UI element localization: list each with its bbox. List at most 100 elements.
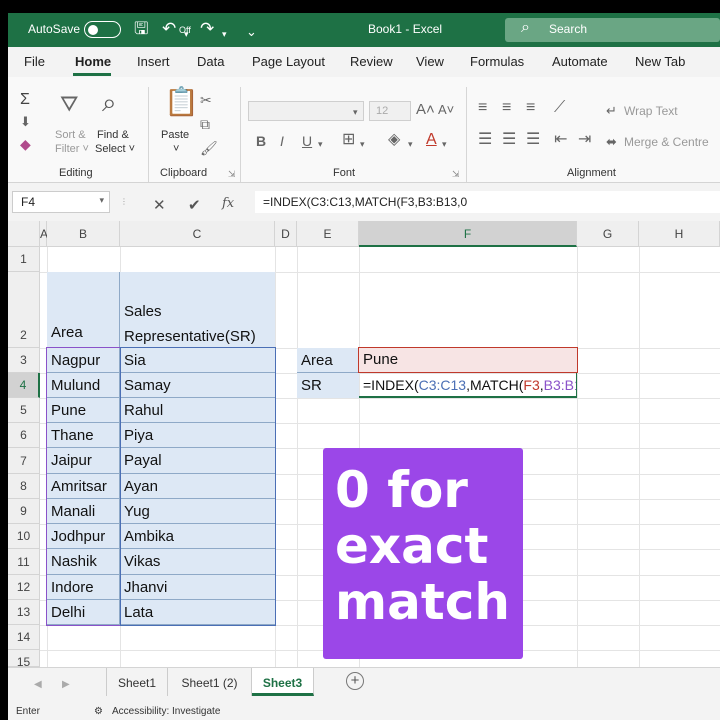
column-header-f[interactable]: F <box>359 221 577 247</box>
row-header-2[interactable]: 2 <box>8 272 40 348</box>
find-icon[interactable]: ⌕ <box>102 89 117 115</box>
merge-centre-icon[interactable]: ⬌ <box>606 133 617 151</box>
cell-e4-sr-label[interactable]: SR <box>297 373 359 398</box>
font-size-select[interactable]: 12 <box>369 101 411 121</box>
align-center-icon[interactable]: ☰ <box>502 131 516 149</box>
redo-icon[interactable]: ↷ <box>200 19 214 39</box>
underline-button[interactable]: U <box>302 132 312 150</box>
column-header-g[interactable]: G <box>577 221 639 247</box>
copy-icon[interactable]: ⧉ <box>200 115 210 133</box>
customize-toolbar-icon[interactable]: ⌄ <box>246 22 257 42</box>
clipboard-launcher-icon[interactable]: ⇲ <box>228 169 236 180</box>
cell-e3-area-label[interactable]: Area <box>297 348 359 373</box>
clear-icon[interactable]: ◆ <box>20 135 31 153</box>
select-all-button[interactable] <box>8 221 40 247</box>
align-left-icon[interactable]: ☰ <box>478 131 492 149</box>
font-color-icon[interactable]: A <box>426 131 437 149</box>
tab-data[interactable]: Data <box>197 54 224 69</box>
bold-button[interactable]: B <box>256 132 266 150</box>
fill-color-dropdown-icon[interactable]: ▾ <box>408 135 413 153</box>
row-header-14[interactable]: 14 <box>8 625 40 650</box>
sheet-tab-sheet1[interactable]: Sheet1 <box>106 668 168 696</box>
borders-dropdown-icon[interactable]: ▾ <box>360 135 365 153</box>
row-header-12[interactable]: 12 <box>8 575 40 600</box>
row-header-8[interactable]: 8 <box>8 474 40 499</box>
cell-b2-area-header[interactable]: Area <box>47 272 120 348</box>
tab-file[interactable]: File <box>24 54 45 69</box>
row-header-15[interactable]: 15 <box>8 650 40 669</box>
wrap-text-icon[interactable]: ↵ <box>606 102 617 120</box>
prev-sheet-icon[interactable]: ◀ <box>34 676 42 694</box>
autosum-icon[interactable]: Σ <box>20 91 30 109</box>
middle-align-icon[interactable]: ≡ <box>502 99 511 117</box>
underline-dropdown-icon[interactable]: ▾ <box>318 135 323 153</box>
insert-function-icon[interactable]: fx <box>222 196 234 211</box>
italic-button[interactable]: I <box>280 132 284 150</box>
cancel-icon[interactable]: ✕ <box>153 196 166 214</box>
column-header-a[interactable]: A <box>40 221 48 247</box>
name-box[interactable]: F4 ▾ <box>12 191 110 213</box>
column-header-c[interactable]: C <box>120 221 275 247</box>
orientation-icon[interactable]: ⟋ <box>554 99 565 117</box>
top-align-icon[interactable]: ≡ <box>478 99 487 117</box>
row-header-5[interactable]: 5 <box>8 398 40 423</box>
accessibility-icon[interactable]: ⚙ <box>94 706 103 717</box>
sort-filter-icon[interactable]: ⛛ <box>60 93 78 115</box>
fill-color-icon[interactable]: ◈ <box>388 131 400 149</box>
add-sheet-button[interactable]: + <box>346 672 364 690</box>
search-box[interactable]: ⌕ Search <box>505 18 720 42</box>
row-header-7[interactable]: 7 <box>8 448 40 474</box>
worksheet-grid[interactable]: A B C D E F G H 1 2 3 4 5 6 7 8 9 10 11 … <box>8 221 720 669</box>
cut-icon[interactable]: ✂ <box>200 91 212 109</box>
sort-filter-label[interactable]: Sort & <box>55 129 86 142</box>
row-header-13[interactable]: 13 <box>8 600 40 625</box>
tab-view[interactable]: View <box>416 54 444 69</box>
row-header-6[interactable]: 6 <box>8 423 40 448</box>
tab-page-layout[interactable]: Page Layout <box>252 54 325 69</box>
find-select-label[interactable]: Find & <box>97 129 129 142</box>
merge-centre-label[interactable]: Merge & Centre <box>624 136 709 149</box>
font-name-dropdown-icon[interactable]: ▾ <box>353 103 358 121</box>
bottom-align-icon[interactable]: ≡ <box>526 99 535 117</box>
decrease-font-icon[interactable]: A˅ <box>438 101 454 119</box>
autosave-toggle[interactable]: Off <box>84 21 191 38</box>
redo-dropdown-icon[interactable]: ▾ <box>222 24 227 44</box>
column-header-e[interactable]: E <box>297 221 359 247</box>
row-header-4[interactable]: 4 <box>8 373 40 398</box>
row-header-10[interactable]: 10 <box>8 524 40 549</box>
accessibility-status[interactable]: Accessibility: Investigate <box>112 706 220 717</box>
font-launcher-icon[interactable]: ⇲ <box>452 169 460 180</box>
column-header-h[interactable]: H <box>639 221 720 247</box>
cell-c2-sr-header[interactable]: Sales Representative(SR) <box>120 272 275 348</box>
font-color-dropdown-icon[interactable]: ▾ <box>442 135 447 153</box>
increase-indent-icon[interactable]: ⇥ <box>578 131 591 149</box>
row-header-9[interactable]: 9 <box>8 499 40 524</box>
tab-formulas[interactable]: Formulas <box>470 54 524 69</box>
row-header-3[interactable]: 3 <box>8 348 40 373</box>
paste-label[interactable]: Paste <box>161 129 189 142</box>
row-header-1[interactable]: 1 <box>8 247 40 272</box>
tab-home[interactable]: Home <box>75 54 111 69</box>
wrap-text-label[interactable]: Wrap Text <box>624 105 678 118</box>
format-painter-icon[interactable]: 🖌 <box>200 139 218 157</box>
cell-f3-area-value[interactable]: Pune <box>358 347 578 373</box>
sheet-tab-sheet3[interactable]: Sheet3 <box>252 668 314 696</box>
fill-icon[interactable]: ⬇ <box>20 113 31 131</box>
paste-dropdown[interactable]: ˅ <box>173 143 179 156</box>
undo-icon[interactable]: ↶ <box>162 19 176 39</box>
formula-input[interactable]: =INDEX(C3:C13,MATCH(F3,B3:B13,0 <box>255 191 720 213</box>
increase-font-icon[interactable]: A˄ <box>416 101 435 119</box>
sort-filter-label-2[interactable]: Filter ˅ <box>55 143 89 156</box>
column-header-d[interactable]: D <box>275 221 297 247</box>
sheet-tab-sheet1-2[interactable]: Sheet1 (2) <box>168 668 252 696</box>
cell-f4-formula[interactable]: =INDEX(C3:C13,MATCH(F3,B3:B13,0 <box>359 373 577 398</box>
align-right-icon[interactable]: ☰ <box>526 131 540 149</box>
enter-icon[interactable]: ✔ <box>188 196 201 214</box>
undo-dropdown-icon[interactable]: ▾ <box>184 24 189 44</box>
tab-insert[interactable]: Insert <box>137 54 170 69</box>
tab-automate[interactable]: Automate <box>552 54 608 69</box>
column-header-b[interactable]: B <box>47 221 120 247</box>
save-icon[interactable]: 🖫 <box>134 19 148 39</box>
borders-icon[interactable]: ⊞ <box>342 131 355 149</box>
paste-icon[interactable]: 📋 <box>164 88 199 116</box>
